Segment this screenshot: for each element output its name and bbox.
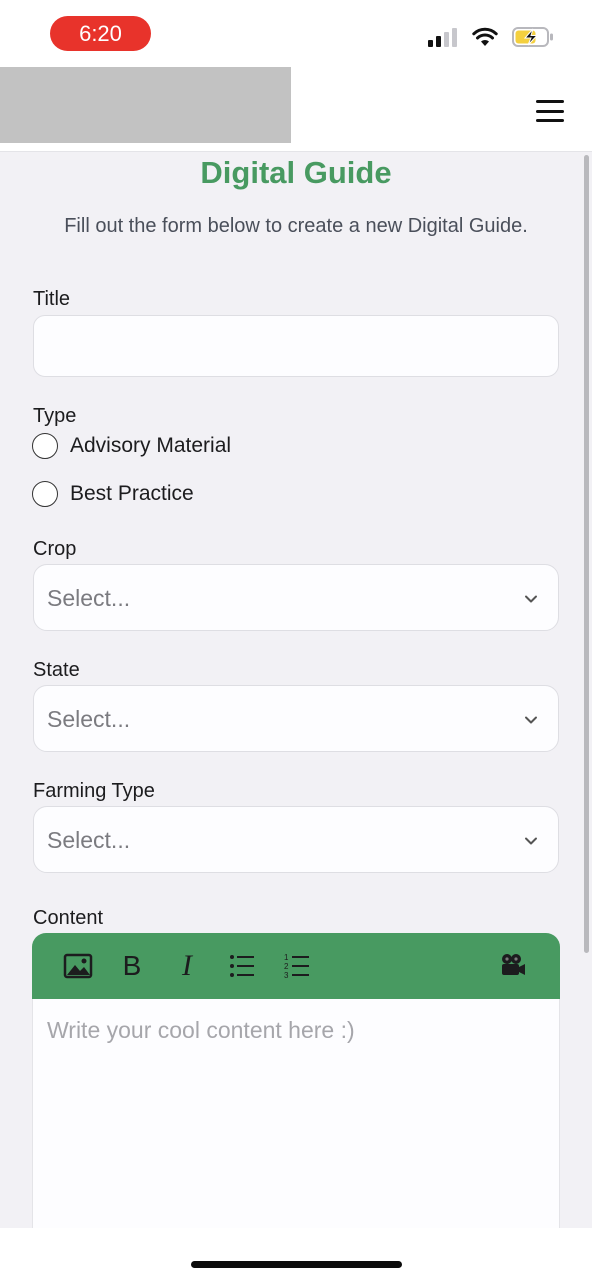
numbered-list-icon[interactable]: 1 2 3 [283,949,311,983]
scrollbar[interactable] [584,155,589,953]
svg-text:3: 3 [284,971,289,980]
select-placeholder: Select... [47,827,131,853]
select-placeholder: Select... [47,585,131,611]
chevron-down-icon [525,837,537,845]
wifi-icon [472,27,498,46]
editor-toolbar: B I 1 2 3 [32,933,560,999]
page-subtitle: Fill out the form below to create a new … [64,215,528,237]
image-icon[interactable] [62,949,94,983]
title-input[interactable] [33,315,559,377]
state-select[interactable]: Select... [33,685,559,752]
radio-circle-icon[interactable] [32,481,58,507]
bullet-list-icon[interactable] [228,949,256,983]
radio-best-practice[interactable]: Best Practice [32,481,194,507]
hamburger-menu-icon[interactable] [536,100,564,122]
battery-charging-icon [512,27,553,47]
home-indicator[interactable] [191,1261,402,1268]
content-editor: B I 1 2 3 Write your cool content here:… [32,933,560,1233]
farming-type-label: Farming Type [33,780,155,802]
chevron-down-icon [525,716,537,724]
svg-text:1: 1 [284,953,289,962]
crop-select[interactable]: Select... [33,564,559,631]
page-title: Digital Guide [200,155,392,190]
status-icons [428,26,554,48]
signal-icon [428,28,457,47]
app-header [0,67,592,152]
svg-text:2: 2 [284,962,289,971]
title-label: Title [33,288,71,310]
video-camera-icon[interactable] [498,949,528,983]
content-placeholder: Write your cool content here :) [47,1017,355,1043]
radio-circle-icon[interactable] [32,433,58,459]
crop-label: Crop [33,538,77,560]
content-label: Content [33,907,104,929]
status-bar: 6:20 [0,0,592,67]
bottom-bar [0,1228,592,1280]
radio-label: Advisory Material [70,434,232,457]
chevron-down-icon [525,595,537,603]
status-time: 6:20 [50,16,151,51]
state-label: State [33,659,80,681]
select-placeholder: Select... [47,706,131,732]
type-label: Type [33,405,77,427]
bold-icon[interactable]: B [120,949,144,983]
radio-advisory-material[interactable]: Advisory Material [32,433,231,459]
farming-type-select[interactable]: Select... [33,806,559,873]
content-textarea[interactable]: Write your cool content here :) [32,999,560,1233]
logo-placeholder [0,67,291,143]
italic-icon[interactable]: I [175,949,199,983]
radio-label: Best Practice [70,482,194,505]
